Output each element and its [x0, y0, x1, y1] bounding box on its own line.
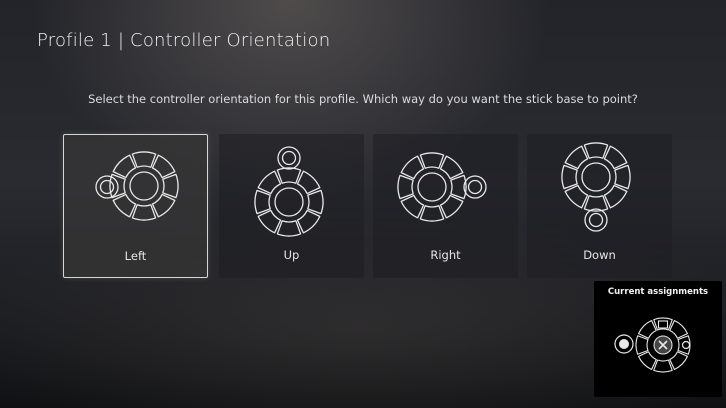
option-label: Up — [283, 248, 300, 262]
ring-button-segment — [276, 167, 302, 184]
ring-button-segment — [400, 155, 425, 180]
orientation-option-down[interactable]: Down — [527, 134, 672, 278]
option-label: Down — [583, 248, 616, 262]
ring-button-segment — [112, 193, 137, 218]
ring-button-segment — [131, 204, 157, 221]
ring-button-segment — [583, 142, 609, 159]
ring-button-segment — [151, 154, 176, 179]
page-title: Profile 1 | Controller Orientation — [37, 30, 331, 51]
current-assignments-panel: Current assignments — [594, 281, 722, 397]
ring-button-segment — [669, 351, 689, 371]
ring-button-segment — [131, 151, 157, 168]
ring-button-segment — [257, 170, 282, 195]
circle-button-icon — [681, 340, 691, 350]
ring-button-segment — [561, 164, 578, 190]
ring-button-segment — [397, 174, 414, 200]
orientation-option-right[interactable]: Right — [373, 134, 518, 278]
ring-button-segment — [254, 189, 271, 215]
current-assignments-title: Current assignments — [607, 287, 709, 297]
ring-button-segment — [400, 194, 425, 219]
controller-up-icon — [254, 146, 324, 237]
center-button — [581, 162, 611, 192]
option-label: Right — [430, 248, 461, 262]
ring-button-segment — [112, 154, 137, 179]
ring-button-segment — [564, 145, 589, 170]
ring-button-segment — [257, 209, 282, 234]
ring-button-segment — [419, 152, 445, 169]
center-button — [129, 171, 159, 201]
ring-button-segment — [603, 145, 628, 170]
ring-button-segment — [564, 184, 589, 209]
ring-button-segment — [296, 209, 321, 234]
square-button-icon — [657, 320, 669, 329]
ring-button-segment — [162, 173, 179, 199]
orientation-prompt: Select the controller orientation for th… — [88, 92, 638, 106]
ring-button-segment — [439, 155, 464, 180]
ring-button-segment — [669, 319, 689, 339]
center-button — [417, 172, 447, 202]
current-assignments-diagram — [614, 317, 691, 373]
ring-button-segment — [419, 205, 445, 222]
ring-button-segment — [603, 184, 628, 209]
ring-button-segment — [439, 194, 464, 219]
controller-down-icon — [561, 142, 631, 232]
ring-button-segment — [637, 319, 657, 339]
ring-button-segment — [635, 335, 649, 355]
ring-button-segment — [276, 220, 302, 237]
orientation-option-left[interactable]: Left — [63, 134, 208, 278]
ring-button-segment — [614, 164, 631, 190]
ring-button-segment — [637, 351, 657, 371]
center-button — [274, 187, 304, 217]
controller-right-icon — [397, 152, 487, 222]
ring-button-segment — [151, 193, 176, 218]
ring-button-segment — [677, 335, 691, 355]
ring-button-segment — [296, 170, 321, 195]
ring-button-segment — [307, 189, 324, 215]
orientation-option-up[interactable]: Up — [219, 134, 364, 278]
option-label: Left — [124, 249, 147, 263]
controller-left-icon — [95, 151, 179, 221]
ring-button-segment — [653, 359, 673, 373]
